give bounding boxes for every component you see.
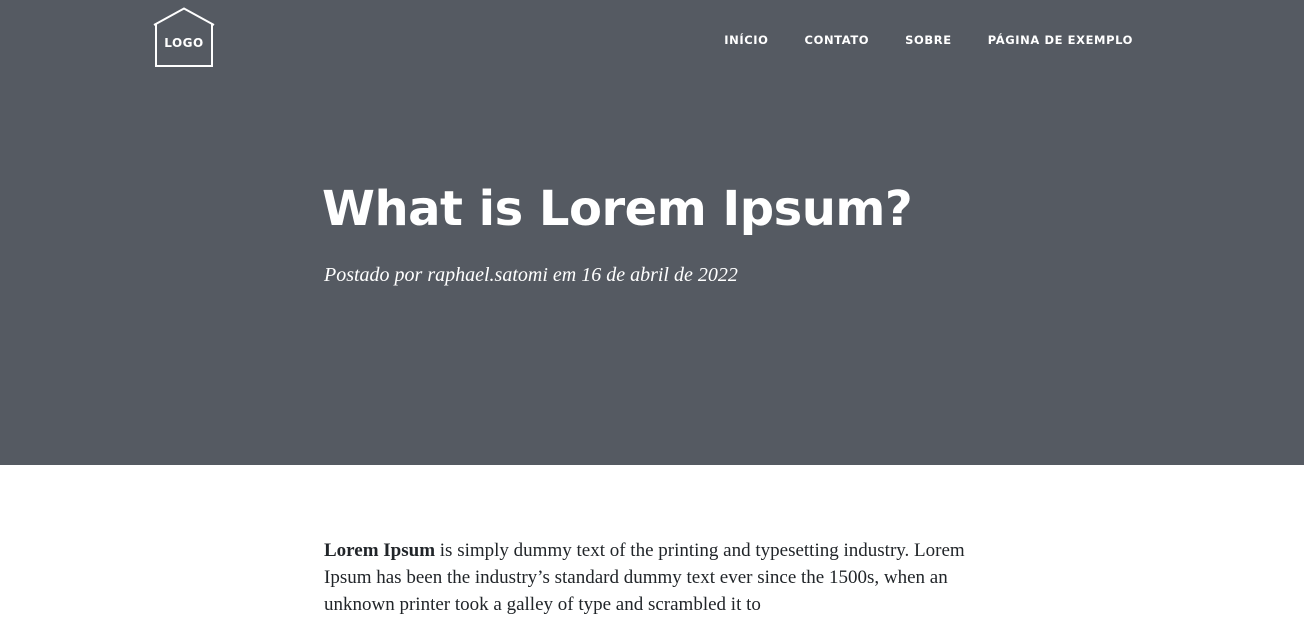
nav-link-sobre[interactable]: SOBRE <box>905 33 952 47</box>
post-title: What is Lorem Ipsum? <box>322 181 913 237</box>
page-header: LOGO INÍCIO CONTATO SOBRE PÁGINA DE EXEM… <box>0 0 1304 465</box>
nav-link-contato[interactable]: CONTATO <box>805 33 870 47</box>
nav-link-pagina-de-exemplo[interactable]: PÁGINA DE EXEMPLO <box>988 33 1133 47</box>
logo-text: LOGO <box>164 36 204 50</box>
logo-link[interactable]: LOGO <box>152 7 216 69</box>
post-paragraph: Lorem Ipsum is simply dummy text of the … <box>324 537 974 618</box>
post-paragraph-lead-bold: Lorem Ipsum <box>324 540 436 561</box>
main-nav: INÍCIO CONTATO SOBRE PÁGINA DE EXEMPLO <box>724 33 1133 47</box>
post-meta: Postado por raphael.satomi em 16 de abri… <box>324 264 738 286</box>
nav-link-inicio[interactable]: INÍCIO <box>724 33 768 47</box>
